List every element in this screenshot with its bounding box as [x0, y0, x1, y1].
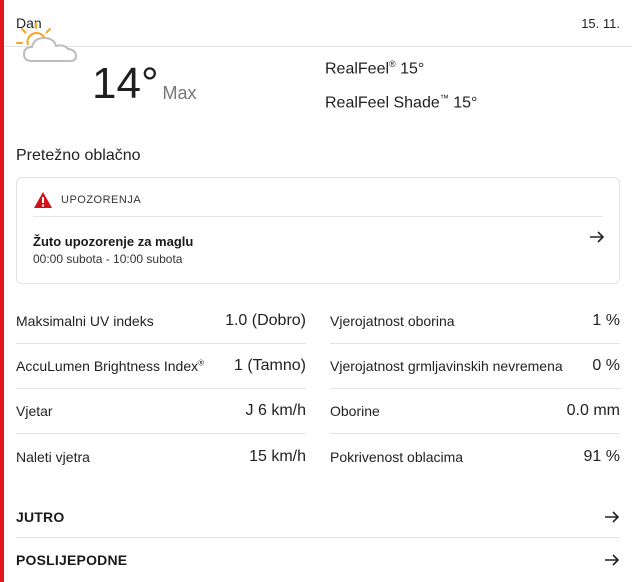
section-afternoon[interactable]: POSLIJEPODNE	[16, 539, 620, 581]
detail-label: Oborine	[330, 403, 380, 419]
detail-value: 15 km/h	[249, 447, 306, 465]
detail-value: 91 %	[583, 447, 620, 465]
card-header: Dan 15. 11.	[4, 0, 632, 47]
detail-row-precip-prob: Vjerojatnost oborina 1 %	[330, 299, 620, 344]
details-left-column: Maksimalni UV indeks 1.0 (Dobro) AccuLum…	[16, 299, 306, 479]
day-forecast-card: Dan 15. 11. 14° Max RealFeel® 15° RealFe…	[4, 0, 632, 582]
section-afternoon-label: POSLIJEPODNE	[16, 552, 128, 568]
realfeel: RealFeel® 15°	[325, 59, 424, 78]
temperature-block: 14° Max	[92, 62, 197, 106]
section-morning-label: JUTRO	[16, 508, 65, 525]
arrow-right-icon[interactable]	[589, 230, 605, 244]
detail-value: 0.0 mm	[566, 402, 620, 419]
detail-row-precip: Oborine 0.0 mm	[330, 389, 620, 434]
detail-label: Vjetar	[16, 403, 53, 419]
detail-value: 1 (Tamno)	[233, 357, 306, 374]
realfeel-value: 15°	[395, 60, 425, 78]
trademark-mark: ™	[439, 93, 449, 103]
temperature-label: Max	[162, 83, 197, 103]
detail-row-thunder-prob: Vjerojatnost grmljavinskih nevremena 0 %	[330, 344, 620, 389]
details-right-column: Vjerojatnost oborina 1 % Vjerojatnost gr…	[330, 299, 620, 479]
realfeel-shade: RealFeel Shade™ 15°	[325, 93, 477, 112]
detail-label: Vjerojatnost grmljavinskih nevremena	[330, 358, 563, 374]
alert-header: UPOZORENJA	[33, 190, 603, 217]
temperature-value: 14°	[92, 59, 159, 108]
detail-value: J 6 km/h	[245, 402, 306, 419]
realfeel-shade-value: 15°	[448, 94, 478, 112]
detail-row-uv: Maksimalni UV indeks 1.0 (Dobro)	[16, 299, 306, 344]
detail-row-gusts: Naleti vjetra 15 km/h	[16, 434, 306, 479]
detail-label: Naleti vjetra	[16, 448, 90, 465]
realfeel-label: RealFeel	[325, 60, 390, 78]
detail-label-text: AccuLumen Brightness Index	[16, 358, 199, 374]
detail-value: 1 %	[592, 312, 620, 329]
arrow-right-icon[interactable]	[604, 553, 620, 567]
detail-label: Maksimalni UV indeks	[16, 313, 154, 329]
realfeel-shade-label: RealFeel Shade	[325, 94, 440, 112]
warning-icon	[34, 192, 52, 208]
card-date: 15. 11.	[581, 15, 620, 31]
section-morning[interactable]: JUTRO	[16, 496, 620, 538]
detail-row-cloud-cover: Pokrivenost oblacima 91 %	[330, 434, 620, 479]
detail-row-brightness: AccuLumen Brightness Index® 1 (Tamno)	[16, 344, 306, 389]
detail-label: Pokrivenost oblacima	[330, 448, 464, 465]
arrow-right-icon[interactable]	[604, 510, 620, 524]
registered-mark: ®	[389, 59, 396, 69]
registered-mark: ®	[198, 358, 205, 368]
alert-label: UPOZORENJA	[61, 194, 142, 206]
weather-phrase: Pretežno oblačno	[16, 147, 141, 164]
alert-card[interactable]: UPOZORENJA Žuto upozorenje za maglu 00:0…	[16, 177, 620, 284]
alert-time: 00:00 subota - 10:00 subota	[33, 252, 183, 266]
detail-label: AccuLumen Brightness Index®	[16, 358, 204, 374]
partly-cloudy-icon	[16, 22, 78, 62]
detail-value: 0 %	[592, 357, 620, 374]
detail-label: Vjerojatnost oborina	[330, 313, 455, 329]
detail-value: 1.0 (Dobro)	[225, 312, 306, 329]
alert-title: Žuto upozorenje za maglu	[33, 234, 194, 249]
detail-row-wind: Vjetar J 6 km/h	[16, 389, 306, 434]
